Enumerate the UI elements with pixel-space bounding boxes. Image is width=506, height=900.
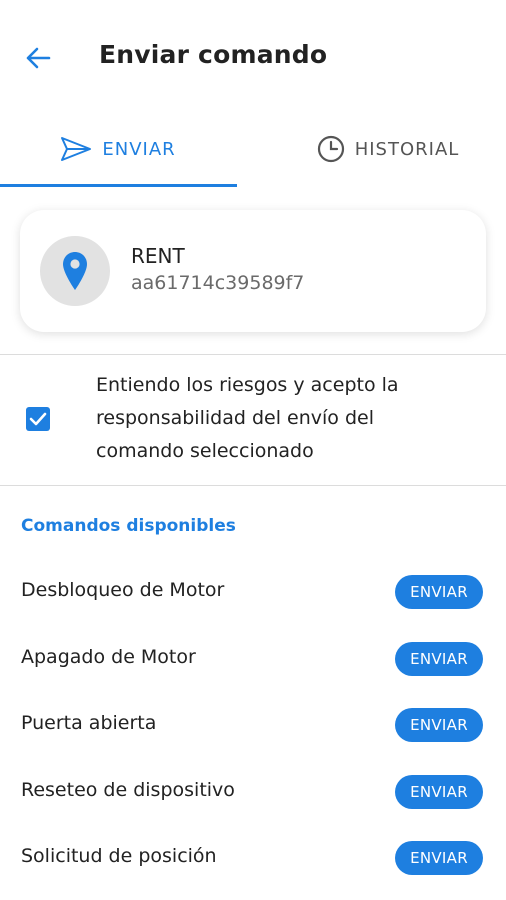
consent-line: Entiendo los riesgos y acepto la — [96, 374, 399, 396]
send-command-button[interactable]: ENVIAR — [395, 774, 483, 809]
device-avatar — [40, 236, 110, 306]
consent-row: Entiendo los riesgos y acepto la respons… — [0, 355, 506, 485]
command-list: Desbloqueo de Motor ENVIAR Apagado de Mo… — [0, 559, 506, 892]
send-command-button[interactable]: ENVIAR — [395, 575, 483, 609]
back-button[interactable] — [18, 40, 58, 76]
checkmark-icon — [29, 412, 47, 426]
command-row: Reseteo de dispositivo ENVIAR — [0, 759, 506, 826]
tab-history[interactable]: HISTORIAL — [270, 112, 506, 186]
send-command-button[interactable]: ENVIAR — [395, 841, 483, 875]
device-name: RENT — [131, 244, 185, 268]
command-label: Puerta abierta — [21, 712, 157, 734]
tab-send-label: ENVIAR — [102, 138, 176, 160]
send-icon — [61, 137, 92, 161]
tab-send[interactable]: ENVIAR — [0, 112, 236, 186]
page-title: Enviar comando — [99, 40, 328, 69]
consent-line: responsabilidad del envío del — [96, 407, 374, 429]
active-tab-indicator — [0, 184, 237, 187]
section-title: Comandos disponibles — [21, 516, 236, 536]
device-id: aa61714c39589f7 — [131, 272, 305, 294]
tab-history-label: HISTORIAL — [354, 138, 460, 160]
command-label: Reseteo de dispositivo — [21, 778, 235, 801]
consent-line: comando seleccionado — [96, 440, 314, 462]
device-card[interactable]: RENT aa61714c39589f7 — [20, 210, 486, 332]
command-row: Apagado de Motor ENVIAR — [0, 626, 506, 693]
consent-text: Entiendo los riesgos y acepto la respons… — [96, 369, 476, 468]
command-label: Desbloqueo de Motor — [21, 579, 225, 601]
location-pin-icon — [63, 252, 87, 290]
divider — [0, 485, 506, 486]
app-bar: Enviar comando — [0, 0, 506, 112]
command-label: Apagado de Motor — [21, 645, 196, 668]
tab-bar: ENVIAR HISTORIAL — [0, 112, 506, 188]
command-row: Puerta abierta ENVIAR — [0, 692, 506, 759]
consent-checkbox[interactable] — [26, 407, 50, 431]
send-command-button[interactable]: ENVIAR — [395, 708, 483, 742]
clock-icon — [317, 135, 344, 163]
arrow-left-icon — [26, 47, 51, 69]
send-command-button[interactable]: ENVIAR — [395, 641, 483, 676]
command-row: Desbloqueo de Motor ENVIAR — [0, 559, 506, 626]
command-row: Solicitud de posición ENVIAR — [0, 825, 506, 892]
command-label: Solicitud de posición — [21, 845, 217, 867]
